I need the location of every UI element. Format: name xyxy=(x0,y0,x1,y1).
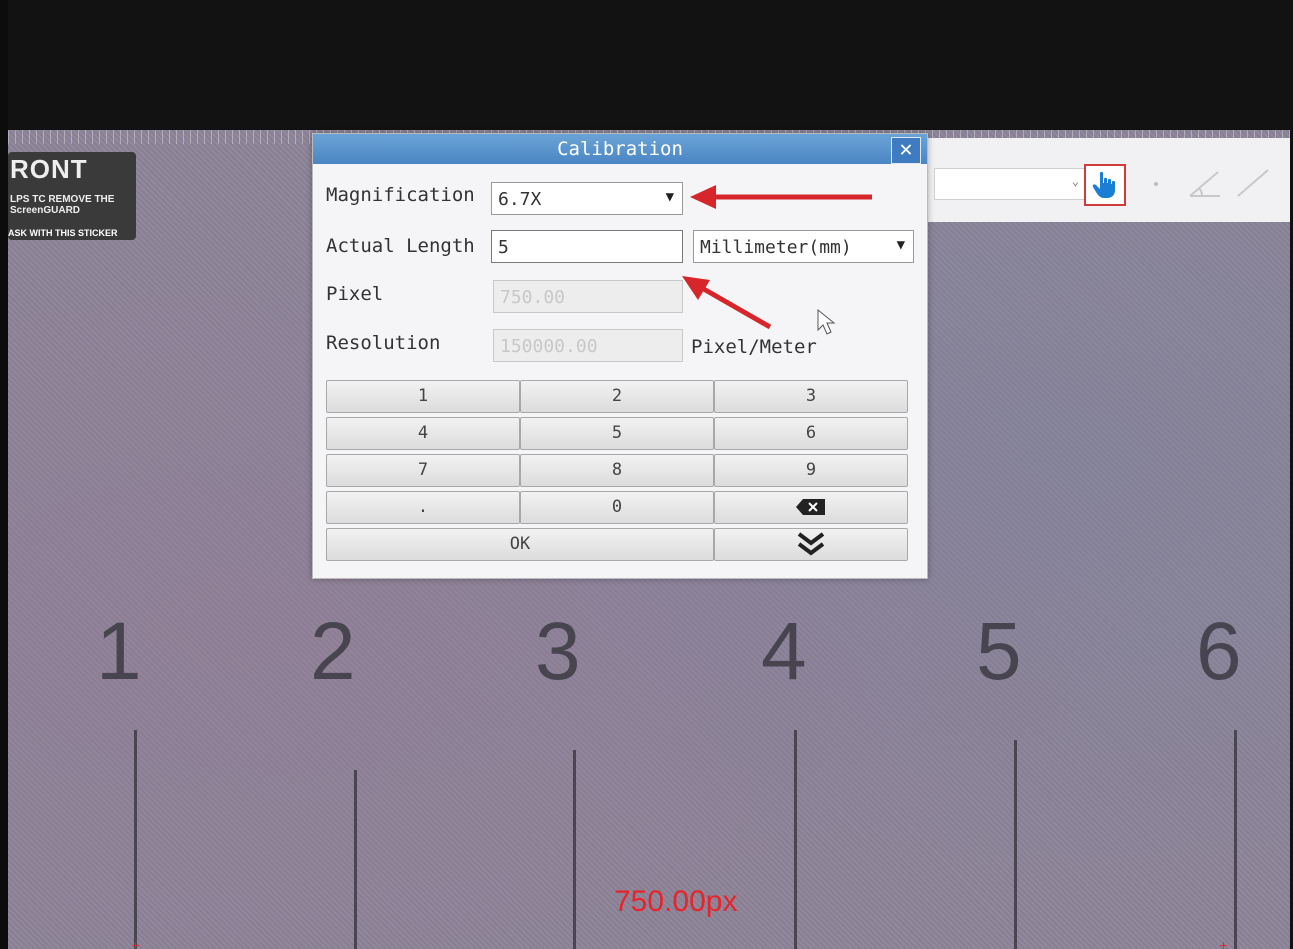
arrow-to-actual-length xyxy=(682,276,772,330)
annotation-overlay xyxy=(682,185,872,335)
arrow-to-magnification xyxy=(690,185,872,209)
mouse-cursor-icon xyxy=(817,308,836,335)
